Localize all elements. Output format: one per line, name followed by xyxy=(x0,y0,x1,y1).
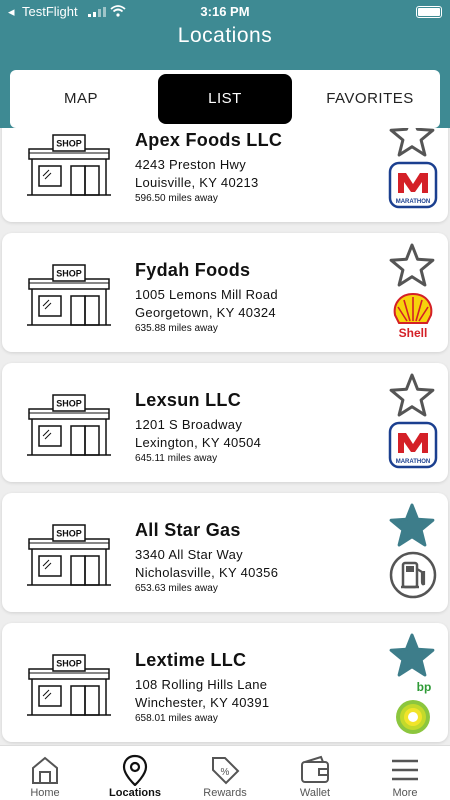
shop-sign-text: SHOP xyxy=(56,269,82,279)
location-address: 1201 S Broadway xyxy=(135,417,243,432)
shop-sign-text: SHOP xyxy=(56,139,82,149)
star-outline-icon[interactable] xyxy=(388,242,436,288)
nav-wallet[interactable]: Wallet xyxy=(270,746,360,800)
nav-more-label: More xyxy=(392,787,418,799)
bp-icon: bp xyxy=(396,681,432,734)
view-tabs: MAP LIST FAVORITES xyxy=(10,70,440,128)
svg-text:bp: bp xyxy=(417,681,432,694)
nav-wallet-label: Wallet xyxy=(299,787,331,799)
location-city: Louisville, KY 40213 xyxy=(135,175,259,190)
store-icon: SHOP xyxy=(27,134,111,196)
tab-list[interactable]: LIST xyxy=(158,74,292,124)
nav-more[interactable]: More xyxy=(360,746,450,800)
location-name: Lexsun LLC xyxy=(135,390,242,410)
menu-icon xyxy=(392,759,418,781)
location-name: Apex Foods LLC xyxy=(135,130,283,150)
store-icon: SHOP xyxy=(27,264,111,326)
marathon-icon: MARATHON xyxy=(388,421,438,469)
location-city: Lexington, KY 40504 xyxy=(135,435,262,450)
location-name: All Star Gas xyxy=(135,520,241,540)
shop-sign-text: SHOP xyxy=(56,659,82,669)
location-city: Nicholasville, KY 40356 xyxy=(135,565,279,580)
star-outline-icon[interactable] xyxy=(388,128,436,158)
location-list[interactable]: SHOP Apex Foods LLC 4243 Preston Hwy Lou… xyxy=(0,128,450,745)
location-address: 1005 Lemons Mill Road xyxy=(135,287,278,302)
store-icon: SHOP xyxy=(27,394,111,456)
location-address: 4243 Preston Hwy xyxy=(135,157,247,172)
location-distance: 635.88 miles away xyxy=(135,323,218,334)
location-distance: 596.50 miles away xyxy=(135,193,218,204)
wallet-icon xyxy=(301,755,329,783)
location-name: Lextime LLC xyxy=(135,650,247,670)
location-city: Georgetown, KY 40324 xyxy=(135,305,276,320)
store-icon: SHOP xyxy=(27,654,111,716)
star-filled-icon[interactable] xyxy=(388,632,436,678)
tab-map[interactable]: MAP xyxy=(10,74,152,124)
status-bar: ◂ TestFlight 3:16 PM xyxy=(0,0,450,24)
tab-favorites[interactable]: FAVORITES xyxy=(300,74,440,124)
location-address: 3340 All Star Way xyxy=(135,547,243,562)
shop-sign-text: SHOP xyxy=(56,529,82,539)
page-title: Locations xyxy=(177,24,273,47)
location-address: 108 Rolling Hills Lane xyxy=(135,677,268,692)
nav-locations-label: Locations xyxy=(109,787,161,799)
location-name: Fydah Foods xyxy=(135,260,251,280)
svg-text:MARATHON: MARATHON xyxy=(396,459,431,465)
svg-text:MARATHON: MARATHON xyxy=(396,199,431,205)
location-card[interactable]: SHOP Fydah Foods 1005 Lemons Mill Road G… xyxy=(2,233,448,352)
home-icon xyxy=(32,756,58,784)
location-distance: 658.01 miles away xyxy=(135,713,218,724)
store-icon: SHOP xyxy=(27,524,111,586)
location-card[interactable]: SHOP Lextime LLC 108 Rolling Hills Lane … xyxy=(2,623,448,742)
shop-sign-text: SHOP xyxy=(56,399,82,409)
nav-rewards[interactable]: % Rewards xyxy=(180,746,270,800)
svg-text:Shell: Shell xyxy=(399,326,428,339)
location-city: Winchester, KY 40391 xyxy=(135,695,270,710)
gas-pump-icon xyxy=(389,551,437,599)
star-filled-icon[interactable] xyxy=(388,502,436,548)
nav-rewards-label: Rewards xyxy=(203,787,247,799)
bottom-nav: Home Locations % Rewards Wallet More xyxy=(0,745,450,800)
marathon-icon: MARATHON xyxy=(388,161,438,209)
nav-home[interactable]: Home xyxy=(0,746,90,800)
shell-icon: Shell xyxy=(393,292,433,339)
location-distance: 645.11 miles away xyxy=(135,453,218,464)
location-distance: 653.63 miles away xyxy=(135,583,218,594)
location-card[interactable]: SHOP Lexsun LLC 1201 S Broadway Lexingto… xyxy=(2,363,448,482)
nav-home-label: Home xyxy=(30,787,60,799)
clock: 3:16 PM xyxy=(200,4,250,19)
location-card[interactable]: SHOP Apex Foods LLC 4243 Preston Hwy Lou… xyxy=(2,128,448,222)
location-pin-icon xyxy=(122,754,148,786)
battery-icon xyxy=(416,6,442,18)
star-outline-icon[interactable] xyxy=(388,372,436,418)
nav-locations[interactable]: Locations xyxy=(90,746,180,800)
svg-text:%: % xyxy=(221,767,230,778)
rewards-tag-icon: % xyxy=(212,757,240,785)
location-card[interactable]: SHOP All Star Gas 3340 All Star Way Nich… xyxy=(2,493,448,612)
